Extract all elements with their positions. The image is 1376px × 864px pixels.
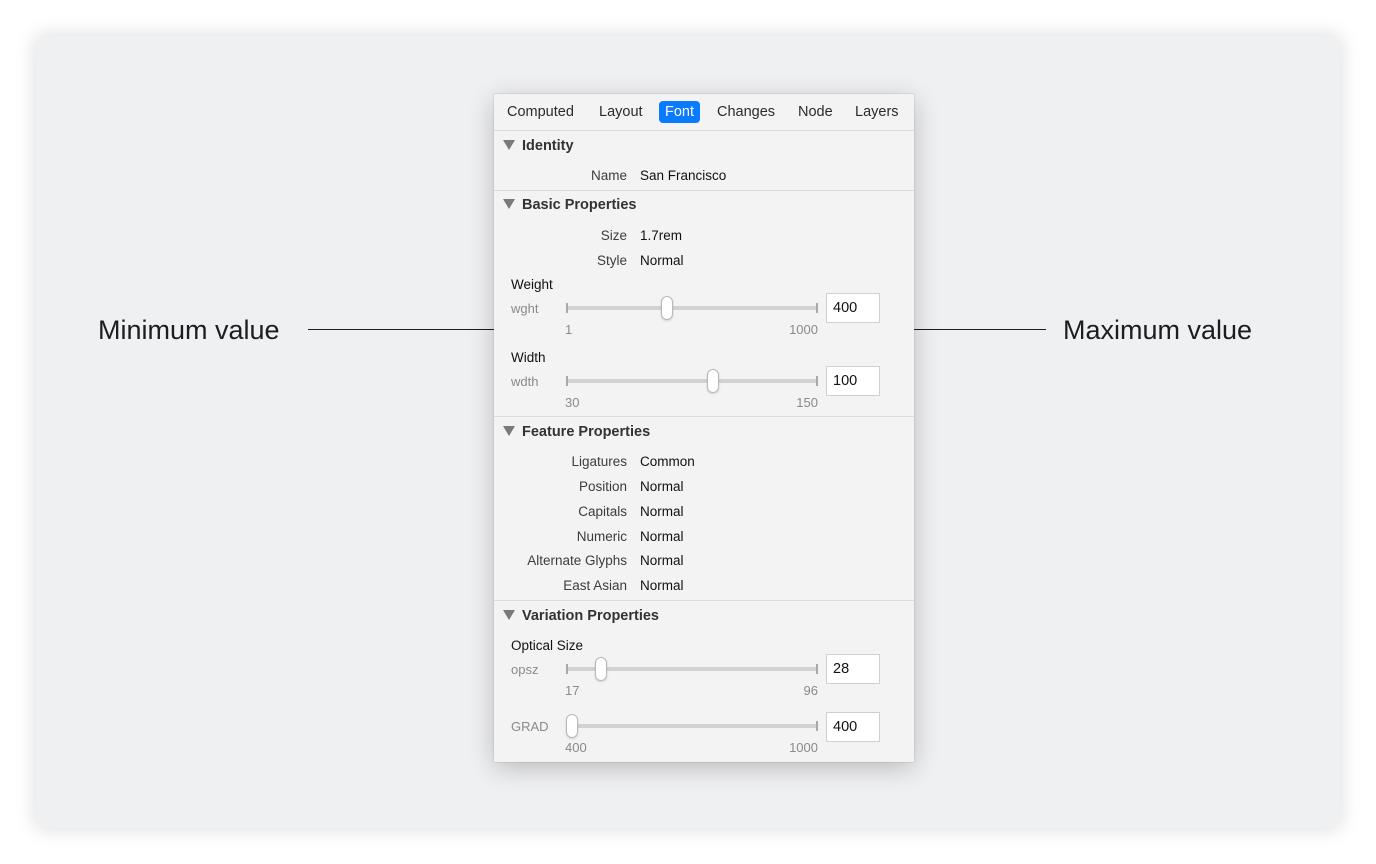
basic-properties-section-header[interactable]: Basic Properties [494,194,914,216]
optical-size-max-value: 96 [803,683,818,698]
inspector-tab-bar: Computed Layout Font Changes Node Layers [494,94,914,131]
identity-section-header[interactable]: Identity [494,135,914,157]
slider-track[interactable] [566,379,818,383]
slider-max-tick [816,664,818,674]
alternate-glyphs-value: Normal [640,553,684,568]
section-divider [494,416,914,417]
optical-size-axis-title: Optical Size [511,638,584,653]
name-label: Name [590,168,627,183]
grad-axis-tag: GRAD [511,719,549,734]
width-min-value: 30 [565,395,580,410]
optical-size-min-value: 17 [565,683,580,698]
minimum-value-callout: Minimum value [98,315,280,345]
optical-size-slider[interactable] [566,657,818,681]
numeric-value: Normal [640,529,684,544]
section-title: Basic Properties [522,197,637,213]
width-slider[interactable] [566,369,818,393]
slider-thumb[interactable] [660,296,673,320]
weight-axis-title: Weight [511,277,553,292]
section-divider [494,600,914,601]
position-label: Position [578,479,627,494]
slider-min-tick [566,664,568,674]
alternate-glyphs-label: Alternate Glyphs [527,553,627,568]
slider-thumb[interactable] [566,714,578,738]
maximum-value-callout: Maximum value [1063,315,1253,345]
section-title: Identity [522,138,574,154]
weight-value-input[interactable]: 400 [826,293,880,323]
ligatures-value: Common [640,454,695,469]
position-value: Normal [640,479,684,494]
disclosure-triangle-icon[interactable] [503,426,515,436]
grad-value-input[interactable]: 400 [826,712,880,742]
slider-max-tick [816,376,818,386]
variation-properties-section-header[interactable]: Variation Properties [494,605,914,627]
name-value: San Francisco [640,168,727,183]
size-label: Size [600,228,627,243]
size-value: 1.7rem [640,228,683,243]
width-axis-title: Width [511,350,546,365]
disclosure-triangle-icon[interactable] [503,199,515,209]
capitals-label: Capitals [578,504,627,519]
capitals-value: Normal [640,504,684,519]
weight-slider[interactable] [566,296,818,320]
tab-changes[interactable]: Changes [711,101,781,123]
slider-thumb[interactable] [706,369,719,393]
feature-properties-section-header[interactable]: Feature Properties [494,421,914,443]
tab-computed[interactable]: Computed [501,101,580,123]
weight-min-value: 1 [565,322,573,337]
ligatures-label: Ligatures [571,454,627,469]
disclosure-triangle-icon[interactable] [503,140,515,150]
section-title: Feature Properties [522,424,651,440]
tab-font[interactable]: Font [659,101,701,123]
grad-slider[interactable] [566,714,818,738]
slider-track[interactable] [566,724,818,728]
numeric-label: Numeric [576,529,627,544]
tab-layers[interactable]: Layers [849,101,905,123]
east-asian-value: Normal [640,578,684,593]
slider-track[interactable] [566,306,818,310]
tab-layout[interactable]: Layout [593,101,649,123]
width-max-value: 150 [796,395,818,410]
weight-axis-tag: wght [511,301,539,316]
optical-size-value-input[interactable]: 28 [826,654,880,684]
disclosure-triangle-icon[interactable] [503,610,515,620]
tab-node[interactable]: Node [792,101,839,123]
width-value-input[interactable]: 100 [826,366,880,396]
slider-min-tick [566,376,568,386]
style-value: Normal [640,253,684,268]
section-divider [494,190,914,191]
east-asian-label: East Asian [563,578,627,593]
optical-size-axis-tag: opsz [511,662,539,677]
width-axis-tag: wdth [511,374,539,389]
slider-max-tick [816,721,818,731]
grad-max-value: 1000 [789,740,818,755]
section-title: Variation Properties [522,608,659,624]
style-label: Style [596,253,627,268]
font-inspector-panel: Computed Layout Font Changes Node Layers… [494,94,914,762]
slider-max-tick [816,303,818,313]
grad-min-value: 400 [565,740,587,755]
slider-min-tick [566,303,568,313]
slider-thumb[interactable] [595,657,608,681]
weight-max-value: 1000 [789,322,818,337]
